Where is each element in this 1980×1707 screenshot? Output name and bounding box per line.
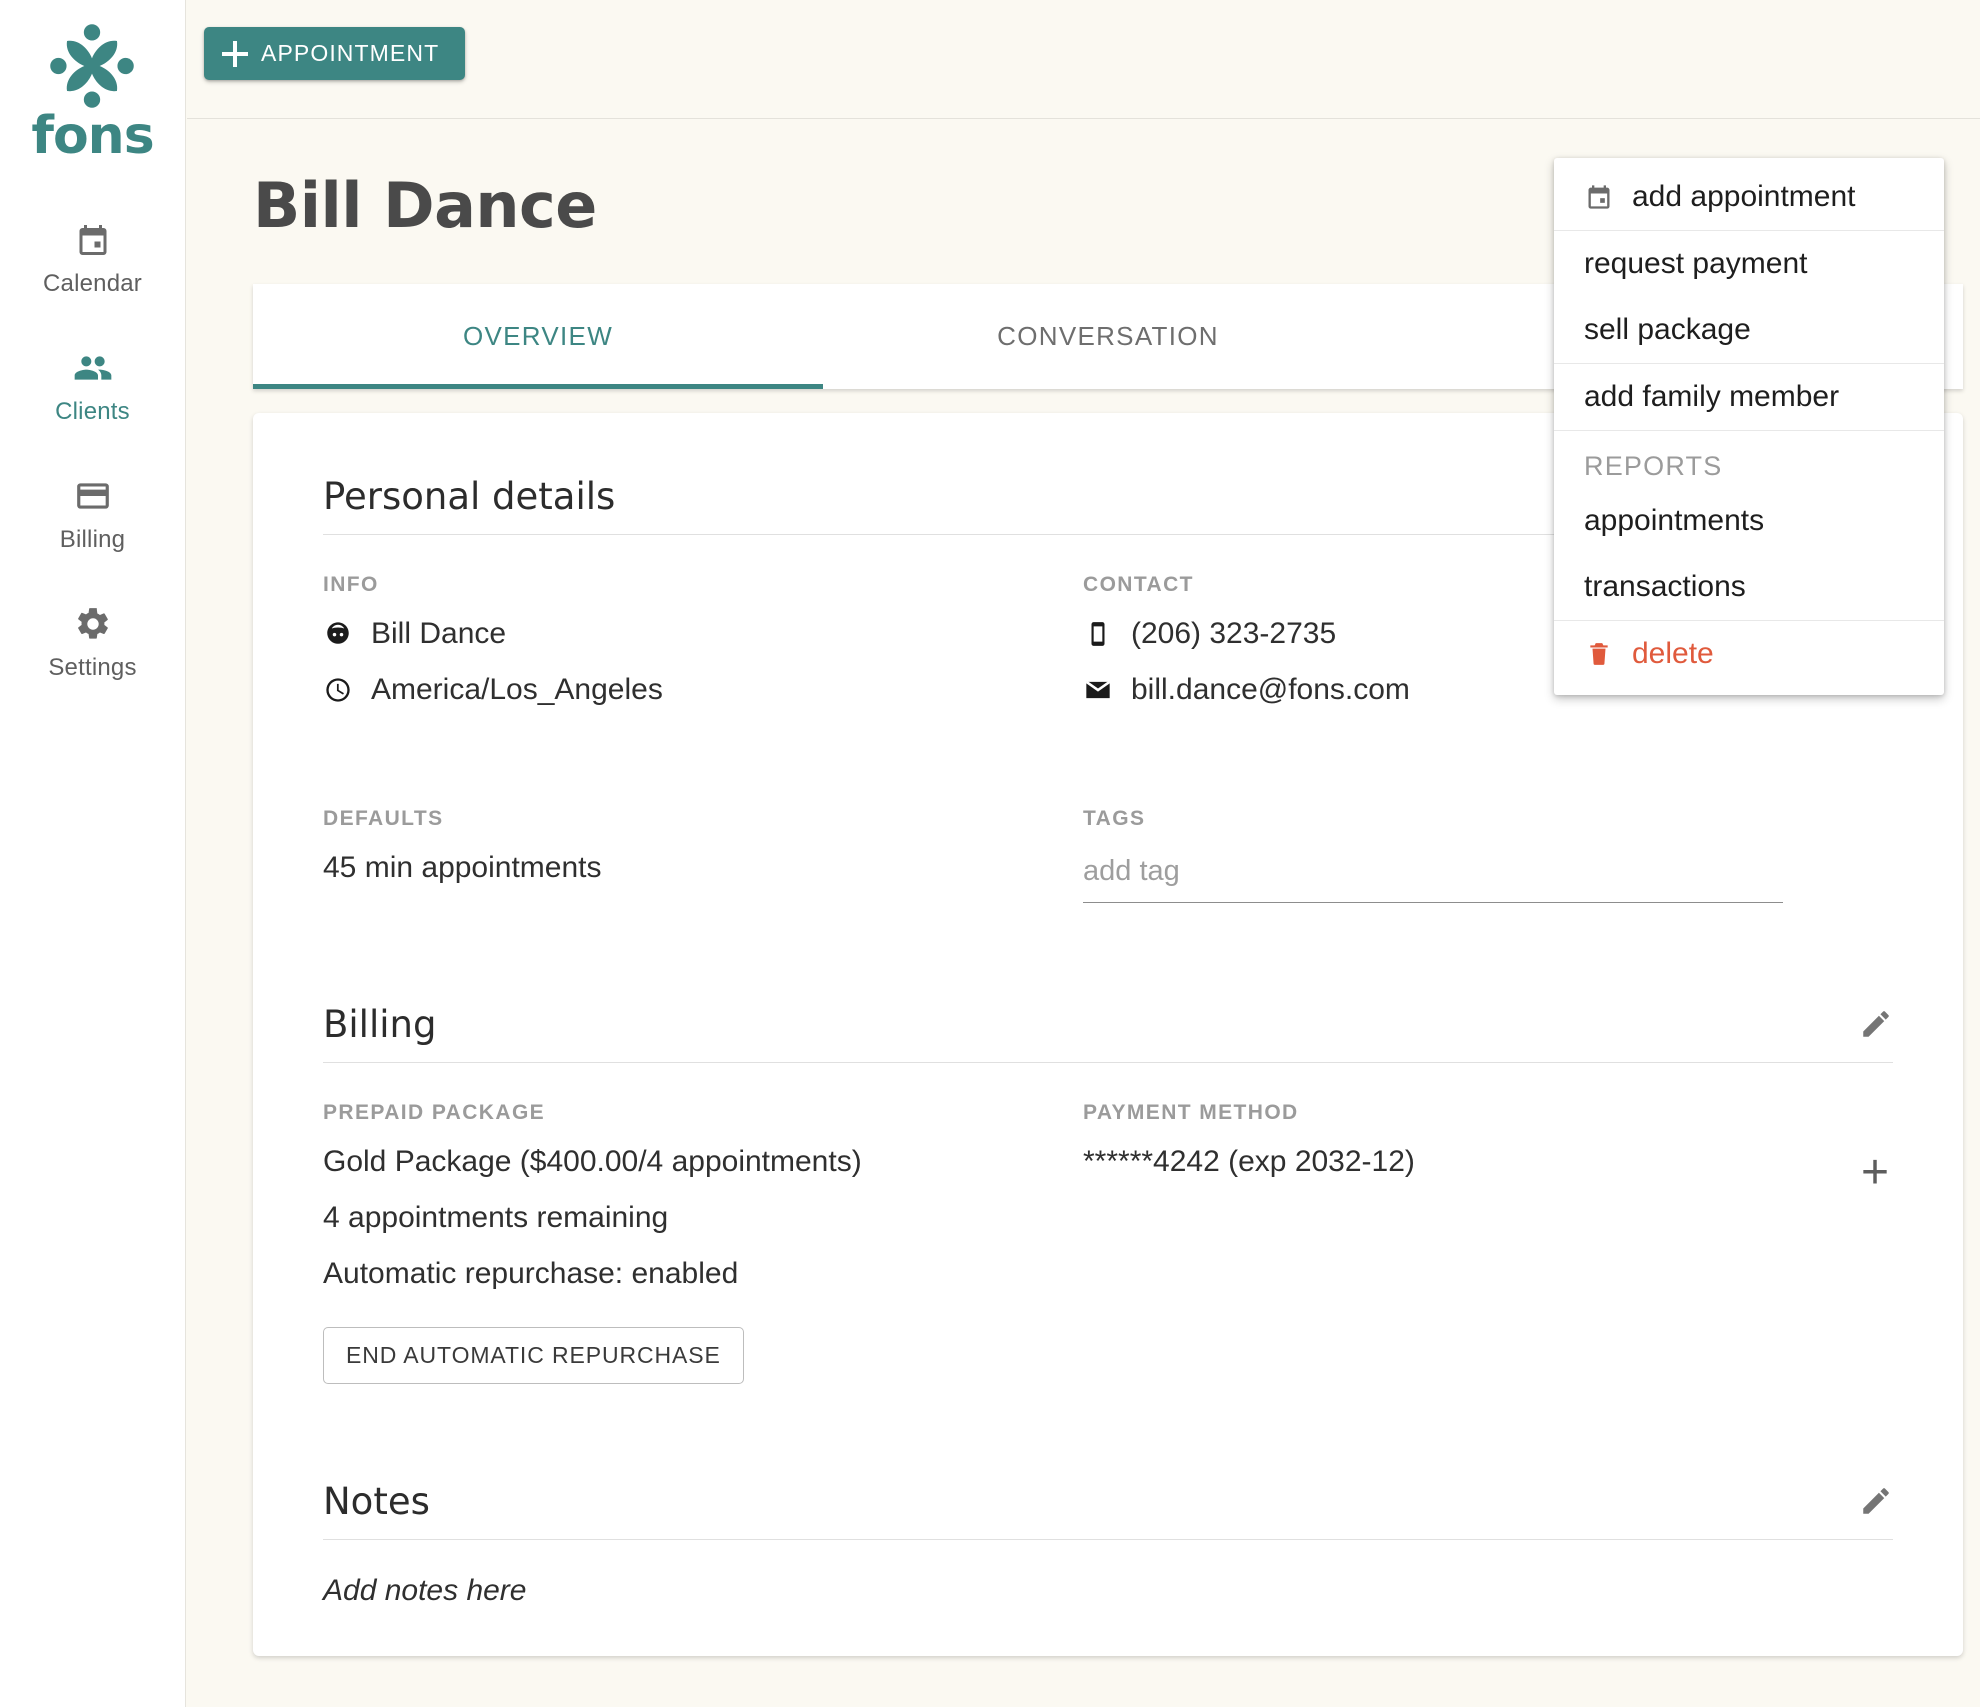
gear-icon	[74, 604, 112, 644]
sidebar: fons Calendar Clients Billing Settings	[0, 0, 186, 1707]
menu-item-add-appointment-label: add appointment	[1632, 180, 1856, 213]
package-name-value: Gold Package ($400.00/4 appointments)	[323, 1145, 862, 1178]
sidebar-item-calendar[interactable]: Calendar	[0, 206, 185, 308]
defaults-label: DEFAULTS	[323, 807, 444, 830]
app-root: fons Calendar Clients Billing Settings A…	[0, 0, 1980, 1707]
notes-edit-pencil-icon[interactable]	[1859, 1484, 1893, 1523]
envelope-icon	[1083, 675, 1113, 705]
info-label: INFO	[323, 573, 379, 596]
menu-item-add-family-member[interactable]: add family member	[1554, 364, 1944, 430]
end-automatic-repurchase-button[interactable]: END AUTOMATIC REPURCHASE	[323, 1327, 744, 1384]
billing-title: Billing	[323, 1003, 437, 1046]
menu-item-appointments-report-label: appointments	[1584, 504, 1765, 537]
calendar-icon	[75, 220, 111, 260]
tab-conversation[interactable]: CONVERSATION	[823, 321, 1393, 352]
menu-item-add-family-member-label: add family member	[1584, 380, 1840, 413]
menu-item-delete[interactable]: delete	[1554, 621, 1944, 687]
timezone-value: America/Los_Angeles	[371, 673, 663, 706]
menu-item-request-payment-label: request payment	[1584, 247, 1808, 280]
billing-edit-pencil-icon[interactable]	[1859, 1007, 1893, 1046]
add-appointment-button-label: APPOINTMENT	[261, 40, 440, 66]
menu-item-request-payment[interactable]: request payment	[1554, 231, 1944, 297]
credit-card-icon	[74, 476, 112, 516]
brand-name: fons	[31, 106, 154, 166]
payment-method-row: ******4242 (exp 2032-12) +	[1083, 1145, 1893, 1201]
notes-header: Notes	[323, 1480, 1893, 1540]
sidebar-item-clients-label: Clients	[55, 398, 130, 425]
plus-icon	[222, 40, 248, 67]
people-icon	[73, 348, 113, 388]
billing-header: Billing	[323, 1003, 1893, 1063]
menu-item-appointments-report[interactable]: appointments	[1554, 488, 1944, 554]
sidebar-nav: Calendar Clients Billing Settings	[0, 206, 185, 718]
client-actions-menu: add appointment request payment sell pac…	[1554, 158, 1944, 695]
trash-icon	[1584, 639, 1614, 669]
menu-item-transactions-report-label: transactions	[1584, 570, 1746, 603]
email-value: bill.dance@fons.com	[1131, 673, 1410, 706]
active-tab-indicator	[253, 384, 823, 389]
add-appointment-button[interactable]: APPOINTMENT	[204, 27, 466, 80]
menu-item-delete-label: delete	[1632, 637, 1714, 670]
personal-details-title: Personal details	[323, 475, 616, 518]
menu-group-appointment: add appointment	[1554, 164, 1944, 230]
brand-logo[interactable]: fons	[31, 18, 155, 166]
mobile-phone-icon	[1083, 619, 1113, 649]
payment-method-label: PAYMENT METHOD	[1083, 1101, 1299, 1124]
sidebar-item-settings-label: Settings	[48, 654, 137, 681]
menu-group-delete: delete	[1554, 620, 1944, 687]
menu-group-reports: REPORTS appointments transactions	[1554, 430, 1944, 620]
sidebar-item-billing-label: Billing	[59, 526, 126, 553]
notes-placeholder-text[interactable]: Add notes here	[323, 1574, 1893, 1608]
notes-title: Notes	[323, 1480, 430, 1523]
topbar: APPOINTMENT	[187, 0, 1980, 119]
sidebar-item-billing[interactable]: Billing	[0, 462, 185, 564]
tab-overview[interactable]: OVERVIEW	[253, 321, 823, 352]
prepaid-package-label: PREPAID PACKAGE	[323, 1101, 546, 1124]
prepaid-package-column: PREPAID PACKAGE Gold Package ($400.00/4 …	[323, 1101, 1083, 1384]
client-name-row: Bill Dance	[323, 617, 1083, 651]
menu-group-family: add family member	[1554, 363, 1944, 430]
sidebar-item-settings[interactable]: Settings	[0, 590, 185, 692]
payment-method-column: PAYMENT METHOD ******4242 (exp 2032-12) …	[1083, 1101, 1893, 1384]
menu-item-sell-package-label: sell package	[1584, 313, 1751, 346]
sidebar-item-calendar-label: Calendar	[43, 270, 142, 297]
person-face-icon	[323, 619, 353, 649]
calendar-icon	[1584, 182, 1614, 212]
defaults-value: 45 min appointments	[323, 851, 602, 884]
menu-heading-reports: REPORTS	[1584, 451, 1723, 481]
menu-item-sell-package[interactable]: sell package	[1554, 297, 1944, 363]
add-payment-method-icon[interactable]: +	[1861, 1149, 1893, 1197]
personal-details-info-column: INFO Bill Dance America/Los_Angeles DEFA…	[323, 573, 1083, 907]
menu-item-add-appointment[interactable]: add appointment	[1554, 164, 1944, 230]
menu-group-payments: request payment sell package	[1554, 230, 1944, 363]
client-name-value: Bill Dance	[371, 617, 507, 650]
appointments-remaining-value: 4 appointments remaining	[323, 1201, 669, 1234]
billing-body: PREPAID PACKAGE Gold Package ($400.00/4 …	[323, 1101, 1893, 1384]
phone-value: (206) 323-2735	[1131, 617, 1337, 650]
automatic-repurchase-value: Automatic repurchase: enabled	[323, 1257, 739, 1290]
timezone-row: America/Los_Angeles	[323, 673, 1083, 707]
fons-people-circle-logo-icon	[50, 24, 135, 108]
clock-icon	[323, 675, 353, 705]
menu-item-transactions-report[interactable]: transactions	[1554, 554, 1944, 620]
tags-label: TAGS	[1083, 807, 1146, 830]
payment-method-value: ******4242 (exp 2032-12)	[1083, 1145, 1415, 1178]
add-tag-input[interactable]	[1083, 851, 1783, 903]
sidebar-item-clients[interactable]: Clients	[0, 334, 185, 436]
